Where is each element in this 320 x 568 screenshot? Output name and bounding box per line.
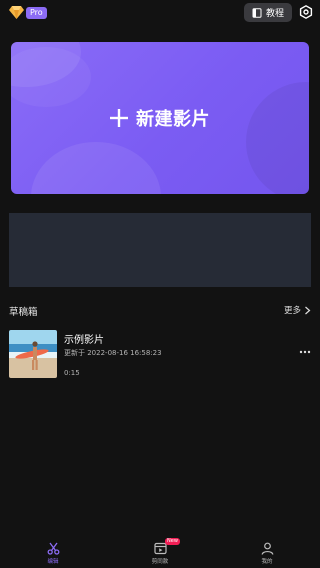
tab-templates-label: 剪同款 [151,559,169,565]
more-options-icon[interactable] [299,350,311,354]
vip-pro-entry[interactable]: Pro [9,6,47,19]
tab-edit[interactable]: 编辑 [33,542,73,568]
pro-badge: Pro [26,6,47,19]
scissors-icon [47,542,59,555]
drafts-title: 草稿箱 [9,307,38,318]
tab-edit-label: 编辑 [47,559,59,565]
user-icon [261,542,273,555]
tab-mine[interactable]: 我的 [247,542,287,568]
more-label: 更多 [283,306,301,316]
draft-thumbnail [9,330,57,378]
decor-circle [11,47,91,107]
chevron-right-icon [305,306,311,314]
top-bar: Pro 教程 [0,0,320,26]
decor-circle [31,142,161,194]
create-project-label: 新建影片 [136,109,210,130]
draft-updated-time: 更新于 2022-08-16 16:58:23 [64,349,162,357]
create-project-label-group: 新建影片 [110,105,210,131]
template-icon [153,542,167,555]
book-icon [252,7,262,18]
new-badge: New [165,538,180,545]
bottom-tab-bar: 编辑 剪同款 我的 [0,536,320,568]
beach-surfer-image [9,330,57,378]
gear-icon[interactable] [299,5,313,19]
banner-placeholder[interactable] [9,213,311,287]
tab-mine-label: 我的 [261,559,273,565]
draft-item[interactable]: 示例影片 更新于 2022-08-16 16:58:23 0:15 [9,330,311,378]
create-project-card[interactable]: 新建影片 [11,42,309,194]
drafts-header: 草稿箱 更多 [9,304,311,318]
draft-duration: 0:15 [64,369,80,377]
tutorial-label: 教程 [265,9,284,19]
drafts-more-link[interactable]: 更多 [284,304,311,316]
draft-title: 示例影片 [64,335,104,346]
tutorial-button[interactable]: 教程 [244,3,292,22]
diamond-icon [9,6,24,19]
decor-circle [246,82,309,194]
tab-templates[interactable]: 剪同款 [140,542,180,568]
plus-icon [110,109,128,127]
